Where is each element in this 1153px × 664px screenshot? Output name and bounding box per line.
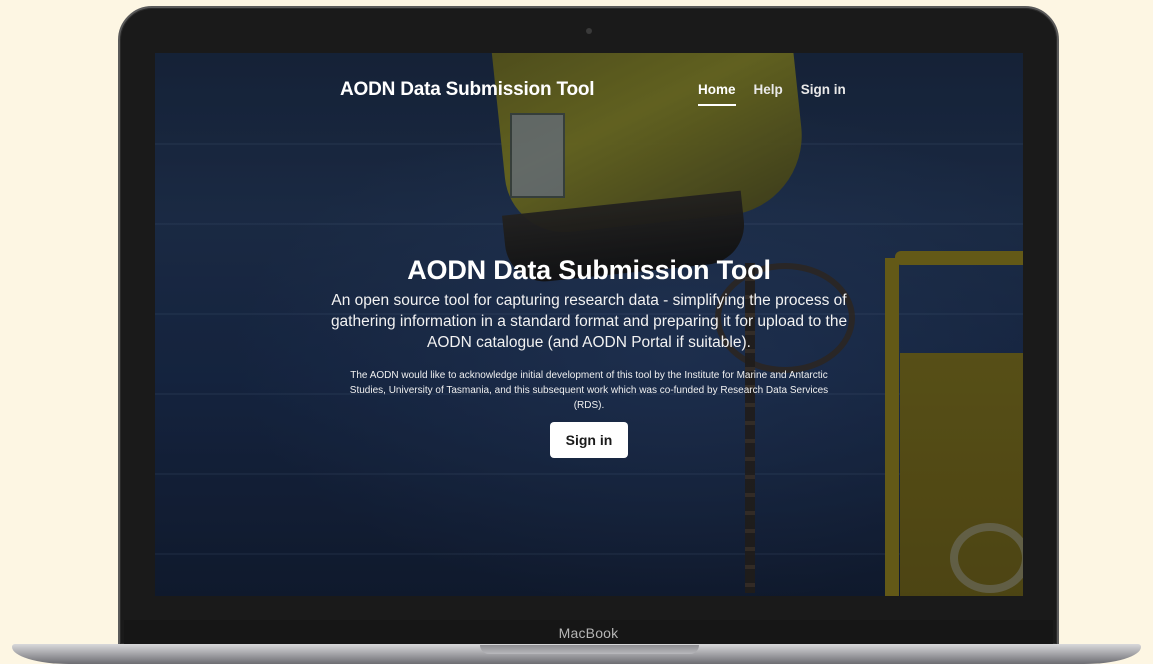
nav-links: Home Help Sign in: [698, 82, 846, 106]
device-brand-label: MacBook: [558, 625, 619, 641]
camera-icon: [586, 28, 592, 34]
laptop-chin: MacBook: [124, 620, 1053, 646]
laptop-notch: [480, 645, 699, 654]
hero-lead-text: An open source tool for capturing resear…: [330, 292, 848, 351]
acknowledgement-text: The AODN would like to acknowledge initi…: [349, 369, 829, 411]
site-title[interactable]: AODN Data Submission Tool: [340, 79, 595, 101]
navbar: AODN Data Submission Tool Home Help Sign…: [155, 53, 1023, 113]
nav-sign-in-link[interactable]: Sign in: [801, 82, 846, 106]
nav-home-link[interactable]: Home: [698, 82, 736, 106]
hero-section: AODN Data Submission Tool An open source…: [315, 255, 863, 458]
browser-viewport: AODN Data Submission Tool Home Help Sign…: [155, 53, 1023, 596]
nav-help-link[interactable]: Help: [754, 82, 783, 106]
hero-title: AODN Data Submission Tool: [407, 255, 771, 285]
sign-in-button[interactable]: Sign in: [549, 421, 629, 458]
